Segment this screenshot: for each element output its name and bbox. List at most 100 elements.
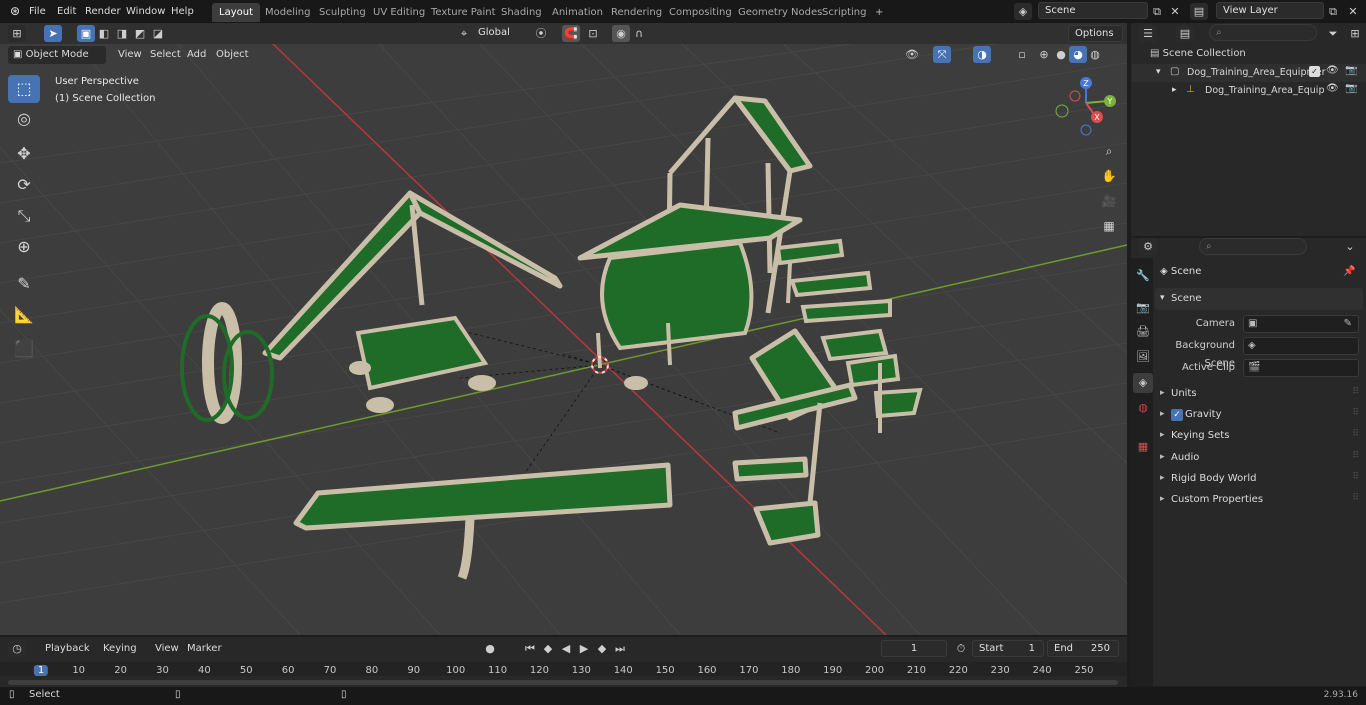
properties-search-input[interactable]: ⌕ — [1199, 238, 1307, 255]
active-clip-field[interactable]: 🎬 — [1243, 359, 1359, 377]
panel-units[interactable]: ▸ Units ⠿ — [1155, 384, 1363, 404]
outliner-row-1[interactable]: ▾ ▢ Dog_Training_Area_Equipmer ✓ 👁 📷 — [1132, 64, 1366, 82]
panel-gravity[interactable]: ▸ ✓ Gravity ⠿ — [1155, 405, 1363, 425]
render-tab-icon[interactable]: 📷 — [1133, 298, 1153, 318]
measure-icon[interactable]: 📐 — [8, 301, 40, 329]
annotate-icon[interactable]: ✎ — [8, 270, 40, 298]
visibility-icon[interactable]: 👁 — [903, 46, 921, 63]
menu-add[interactable]: Add — [182, 46, 211, 64]
drag-handle-icon[interactable]: ⠿ — [1352, 429, 1359, 439]
rotate-icon[interactable]: ⟳ — [8, 171, 40, 199]
delete-view-layer-icon[interactable]: ✕ — [1344, 3, 1362, 20]
background-scene-field[interactable]: ◈ — [1243, 337, 1359, 355]
tool-tab-icon[interactable]: 🔧 — [1133, 266, 1153, 286]
panel-rigid-body-world[interactable]: ▸ Rigid Body World ⠿ — [1155, 469, 1363, 489]
jump-end-icon[interactable]: ⏭ — [611, 640, 629, 657]
workspace-tab-compositing[interactable]: Compositing — [662, 3, 739, 22]
current-frame-field[interactable]: 1 — [881, 640, 947, 657]
scene-name-field[interactable]: Scene — [1038, 2, 1148, 19]
timeline-scrollbar[interactable] — [8, 680, 1118, 685]
drag-handle-icon[interactable]: ⠿ — [1352, 472, 1359, 482]
outliner-row-2[interactable]: ▸ ⊥ Dog_Training_Area_Equip 👁 📷 — [1132, 82, 1366, 100]
expand-down-icon[interactable]: ▾ — [1156, 67, 1161, 77]
navigation-gizmo[interactable]: Z Y X — [1055, 77, 1116, 136]
solid-shading-icon[interactable]: ● — [1052, 46, 1070, 63]
eye-icon[interactable]: 👁 — [1326, 65, 1339, 76]
menu-help[interactable]: Help — [166, 3, 199, 20]
scene-tab-icon[interactable]: ◈ — [1133, 373, 1153, 393]
next-keyframe-icon[interactable]: ◆ — [593, 640, 611, 657]
workspace-tab-layout[interactable]: Layout — [212, 3, 260, 22]
view-layer-tab-icon[interactable]: 🖼 — [1133, 347, 1153, 367]
options-dropdown[interactable]: Options — [1068, 25, 1123, 42]
keying-menu[interactable]: Keying — [98, 640, 142, 658]
playback-menu[interactable]: Playback — [40, 640, 95, 658]
select-mode-invert-icon[interactable]: ◩ — [131, 25, 149, 42]
scene-selector-icon[interactable]: ◈ — [1014, 3, 1032, 20]
rendered-shading-icon[interactable]: ◍ — [1086, 46, 1104, 63]
select-box-icon[interactable]: ⬚ — [8, 75, 40, 103]
material-shading-icon[interactable]: ◕ — [1069, 46, 1087, 63]
timeline-editor-icon[interactable]: ◷ — [8, 640, 26, 657]
add-cube-icon[interactable]: ⬛ — [8, 335, 40, 363]
drag-handle-icon[interactable]: ⠿ — [1352, 451, 1359, 461]
eye-icon[interactable]: 👁 — [1326, 83, 1339, 94]
outliner-search-input[interactable]: ⌕ — [1209, 24, 1317, 41]
xray-icon[interactable]: ▫ — [1013, 46, 1031, 63]
camera-view-icon[interactable]: 🎥 — [1098, 190, 1120, 212]
drag-handle-icon[interactable]: ⠿ — [1352, 493, 1359, 503]
workspace-tab-rendering[interactable]: Rendering — [604, 3, 669, 22]
move-icon[interactable]: ✥ — [8, 140, 40, 168]
menu-window[interactable]: Window — [121, 3, 170, 20]
timeline-view-menu[interactable]: View — [150, 640, 184, 658]
proportional-edit-icon[interactable]: ◉ — [612, 25, 630, 42]
gravity-checkbox[interactable]: ✓ — [1171, 409, 1183, 422]
prev-keyframe-icon[interactable]: ◆ — [539, 640, 557, 657]
workspace-tab-animation[interactable]: Animation — [545, 3, 610, 22]
select-mode-extend-icon[interactable]: ◧ — [95, 25, 113, 42]
pin-icon[interactable]: 📌 — [1343, 266, 1355, 277]
menu-view[interactable]: View — [113, 46, 147, 64]
scene-section-header[interactable]: ▾ Scene — [1155, 288, 1363, 310]
view-layer-icon[interactable]: ▤ — [1190, 3, 1208, 20]
new-view-layer-icon[interactable]: ⧉ — [1324, 3, 1342, 20]
panel-audio[interactable]: ▸ Audio ⠿ — [1155, 448, 1363, 468]
drag-handle-icon[interactable]: ⠿ — [1352, 387, 1359, 397]
start-frame-field[interactable]: Start 1 — [972, 640, 1044, 657]
wireframe-shading-icon[interactable]: ⊕ — [1035, 46, 1053, 63]
workspace-tab-scripting[interactable]: Scripting — [815, 3, 873, 22]
end-frame-field[interactable]: End 250 — [1047, 640, 1119, 657]
gizmo-toggle-icon[interactable]: ⤧ — [933, 46, 951, 63]
view-layer-field[interactable]: View Layer — [1216, 2, 1324, 19]
blender-logo-icon[interactable]: ⊛ — [5, 3, 25, 20]
panel-keying-sets[interactable]: ▸ Keying Sets ⠿ — [1155, 426, 1363, 446]
play-icon[interactable]: ▶ — [575, 640, 593, 657]
workspace-tab-shading[interactable]: Shading — [494, 3, 549, 22]
snap-icon[interactable]: 🧲 — [562, 25, 580, 42]
snap-target-icon[interactable]: ⊡ — [584, 25, 602, 42]
pivot-point-icon[interactable]: ⦿ — [532, 25, 550, 42]
active-tool-icon[interactable]: ➤ — [44, 25, 62, 42]
workspace-tab-texture-paint[interactable]: Texture Paint — [424, 3, 503, 22]
cursor-icon[interactable]: ◎ — [8, 105, 40, 133]
outliner-root[interactable]: ▤ Scene Collection — [1150, 48, 1350, 64]
marker-menu[interactable]: Marker — [182, 640, 227, 658]
object-mode-select[interactable]: ▣ Object Mode — [8, 46, 106, 64]
select-mode-intersect-icon[interactable]: ◪ — [149, 25, 167, 42]
texture-tab-icon[interactable]: ▦ — [1133, 437, 1153, 457]
add-workspace-button[interactable]: + — [868, 3, 890, 22]
select-mode-subtract-icon[interactable]: ◨ — [113, 25, 131, 42]
menu-file[interactable]: File — [24, 3, 51, 20]
filter-icon[interactable]: ⏷ — [1324, 25, 1342, 42]
outliner-editor-icon[interactable]: ☰ — [1139, 25, 1157, 42]
falloff-icon[interactable]: ∩ — [630, 25, 648, 42]
panel-custom-properties[interactable]: ▸ Custom Properties ⠿ — [1155, 490, 1363, 510]
workspace-tab-sculpting[interactable]: Sculpting — [312, 3, 373, 22]
transform-orientation-select[interactable]: Global — [472, 25, 524, 42]
display-mode-icon[interactable]: ▤ — [1176, 25, 1194, 42]
new-collection-icon[interactable]: ⊞ — [1346, 25, 1364, 42]
stopwatch-icon[interactable]: ⏱ — [952, 640, 970, 657]
drag-handle-icon[interactable]: ⠿ — [1352, 408, 1359, 418]
menu-select[interactable]: Select — [145, 46, 186, 64]
delete-scene-icon[interactable]: ✕ — [1166, 3, 1184, 20]
